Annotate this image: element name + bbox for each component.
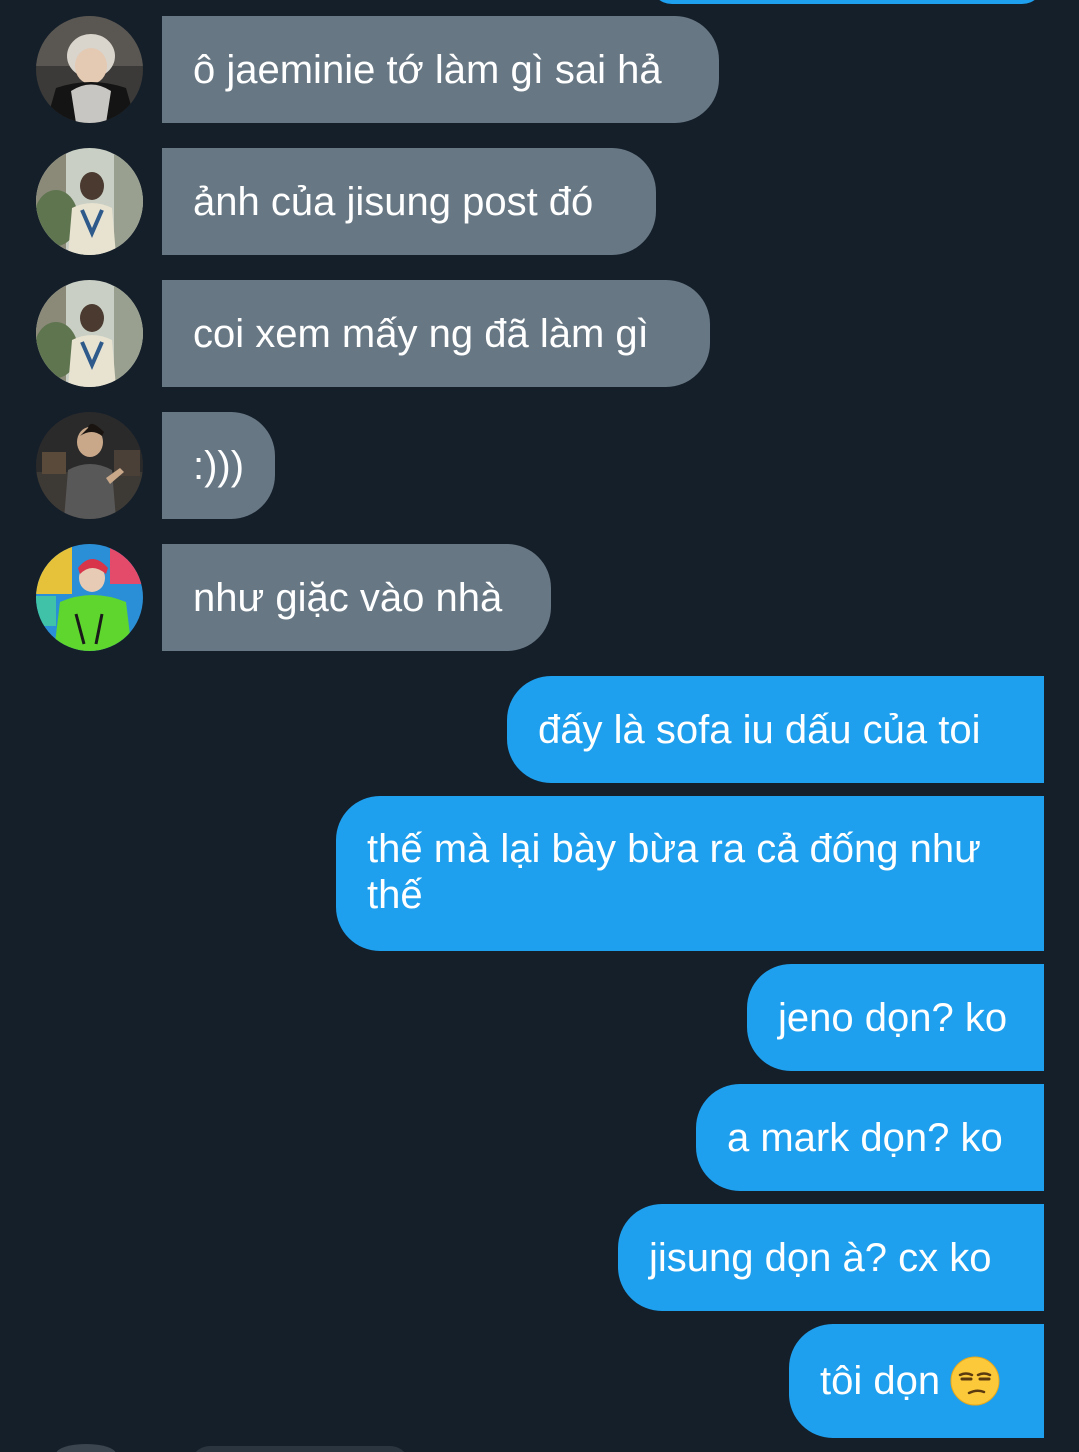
message-text: đấy là sofa iu dấu của toi <box>538 707 981 752</box>
sent-message-bubble[interactable]: thế mà lại bày bừa ra cả đống như thế <box>336 796 1044 951</box>
message-text: ảnh của jisung post đó <box>193 179 594 224</box>
message-text: ô jaeminie tớ làm gì sai hả <box>193 47 662 92</box>
sent-message-bubble[interactable]: jisung dọn à? cx ko <box>618 1204 1044 1311</box>
avatar-photo <box>36 16 143 123</box>
message-text: :))) <box>193 443 245 488</box>
sent-message-bubble[interactable]: tôi dọn <box>789 1324 1044 1438</box>
avatar[interactable] <box>36 544 143 651</box>
received-message-bubble[interactable]: ảnh của jisung post đó <box>162 148 656 255</box>
message-text: a mark dọn? ko <box>727 1115 1003 1160</box>
chat-screen: ô jaeminie tớ làm gì sai hả ảnh của jisu… <box>0 0 1079 1452</box>
next-message-edge <box>190 1446 410 1452</box>
avatar-photo <box>36 280 143 387</box>
message-text: jeno dọn? ko <box>778 995 1008 1040</box>
message-text: coi xem mấy ng đã làm gì <box>193 311 649 356</box>
sent-message-bubble[interactable]: đấy là sofa iu dấu của toi <box>507 676 1044 783</box>
previous-sent-bubble-edge[interactable] <box>650 0 1044 4</box>
received-message-bubble[interactable]: ô jaeminie tớ làm gì sai hả <box>162 16 719 123</box>
avatar[interactable] <box>36 412 143 519</box>
message-text: jisung dọn à? cx ko <box>649 1235 992 1280</box>
sent-message-bubble[interactable]: a mark dọn? ko <box>696 1084 1044 1191</box>
avatar[interactable] <box>36 148 143 255</box>
avatar-photo <box>36 148 143 255</box>
received-message-bubble[interactable]: :))) <box>162 412 275 519</box>
message-text: tôi dọn <box>820 1359 941 1403</box>
unamused-face-emoji <box>950 1356 1000 1406</box>
sent-message-bubble[interactable]: jeno dọn? ko <box>747 964 1044 1071</box>
received-message-bubble[interactable]: như giặc vào nhà <box>162 544 551 651</box>
received-message-bubble[interactable]: coi xem mấy ng đã làm gì <box>162 280 710 387</box>
avatar[interactable] <box>36 280 143 387</box>
avatar-photo <box>36 412 143 519</box>
avatar[interactable] <box>36 16 143 123</box>
message-text: thế mà lại bày bừa ra cả đống như thế <box>367 827 981 917</box>
avatar-photo <box>36 544 143 651</box>
message-text: như giặc vào nhà <box>193 575 503 620</box>
next-avatar-edge <box>56 1444 116 1452</box>
